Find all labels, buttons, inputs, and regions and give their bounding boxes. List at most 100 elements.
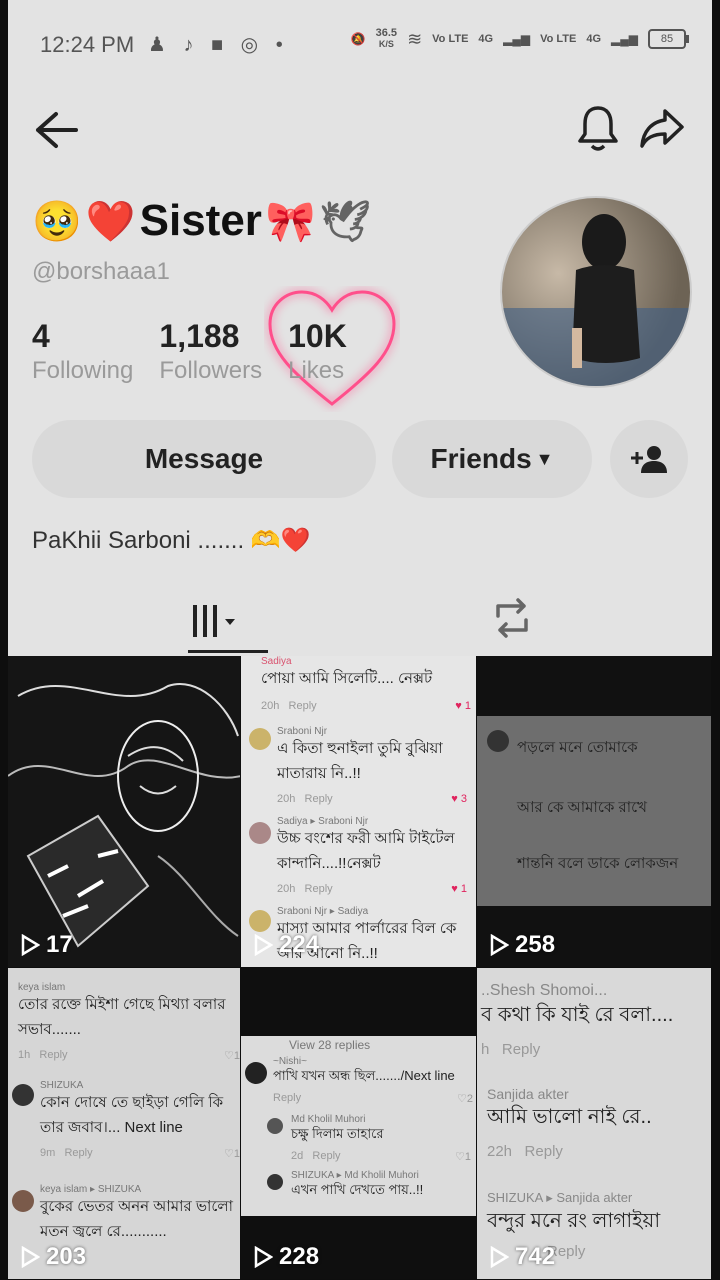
profile-screen: 12:24 PM ♟ ♪ ■ ◎ • 🔕 36.5 K/S ≋ Vo LTE 4… <box>8 0 712 1280</box>
comment-author: Md Kholil Muhori <box>291 1114 366 1125</box>
comment-reply: Reply <box>304 883 333 895</box>
video-tile[interactable]: Sadiya পোয়া আমি সিলেটি.... নেক্সট 20h R… <box>241 656 477 968</box>
comment: SHIZUKA কোন দোষে তে ছাইড়া গেলি কি তার জ… <box>40 1080 240 1160</box>
comment-text: আমি ভালো নাই রে.. <box>487 1106 652 1128</box>
heart-hands-icon: 🫶❤️ <box>250 527 311 554</box>
comment-author: keya islam <box>18 982 66 993</box>
view-count: 203 <box>20 1243 86 1271</box>
back-arrow-icon[interactable] <box>30 104 82 156</box>
comment-time: 1h <box>18 1049 31 1061</box>
profile-stats: 4 Following 1,188 Followers 10K Likes <box>32 318 347 385</box>
add-friend-button[interactable] <box>610 420 688 498</box>
video-tile[interactable]: পড়লে মনে তোমাকে আর কে আমাকে রাখে শান্তন… <box>477 656 712 968</box>
comment-likes: 3 <box>460 793 467 805</box>
heart-icon: ♡2 <box>457 1093 473 1105</box>
comment-text: ব কথা কি যাই রে বলা.... <box>481 1004 674 1026</box>
friends-button[interactable]: Friends ▼ <box>392 420 592 498</box>
comment-time: 20h <box>277 883 296 895</box>
avatar[interactable] <box>500 196 692 388</box>
sim2-label: Vo LTE <box>540 33 577 45</box>
comment-likes: 1 <box>464 700 471 712</box>
view-count: 17 <box>20 931 73 959</box>
comment-author: Sanjida akter <box>487 1086 569 1102</box>
username: @borshaaa1 <box>32 258 170 285</box>
comment-meta: 1h Reply ♡1 <box>18 1049 240 1062</box>
comment-text: পোয়া আমি সিলেটি.... নেক্সট <box>261 670 433 687</box>
tab-videos[interactable] <box>158 590 268 652</box>
avatar-person-figure <box>572 214 640 368</box>
signal-icon-2: ▂▄▆ <box>611 32 638 46</box>
ribbon-icon: 🎀 <box>265 199 316 244</box>
comment-author: Sraboni Njr ▸ Sadiya <box>277 906 369 917</box>
comment-meta: 20h Reply ♥ 3 <box>277 793 467 805</box>
comment-reply: Reply <box>524 1143 563 1160</box>
comment: keya islam তোর রক্তে মিইশা গেছে মিথ্যা ব… <box>18 982 240 1062</box>
comment-text: চক্ষু দিলাম তাহারে <box>291 1126 384 1141</box>
view-count-value: 258 <box>515 931 556 958</box>
profile-name: 🥹 ❤️ Sister 🎀 🕊 <box>32 196 371 246</box>
comment: ~Nishi~ পাখি যখন অন্ধ ছিল......./Next li… <box>273 1056 473 1105</box>
share-icon[interactable] <box>636 102 688 154</box>
comment: SHIZUKA ▸ Md Kholil Muhori এখন পাখি দেখত… <box>291 1170 471 1202</box>
comment-reply: Reply <box>288 700 317 712</box>
comment-author: ~Nishi~ <box>273 1056 307 1067</box>
comment-text: পাখি যখন অন্ধ ছিল......./Next line <box>273 1068 455 1083</box>
video-tile[interactable]: 17 <box>8 656 241 968</box>
comment-author: Sraboni Njr <box>277 726 328 737</box>
comment: ..Shesh Shomoi... ব কথা কি যাই রে বলা...… <box>481 982 709 1058</box>
comment-reply: Reply <box>501 1041 541 1058</box>
comment-text: উচ্চ বংশের ফরী আমি টাইটেল কান্দানি....!!… <box>277 830 455 872</box>
comment-author: SHIZUKA <box>40 1080 84 1091</box>
comment-meta: 20h Reply ♥ 1 <box>261 700 471 712</box>
comment: পড়লে মনে তোমাকে <box>517 739 638 756</box>
comment-time: 20h <box>277 793 296 805</box>
comment: Sadiya পোয়া আমি সিলেটি.... নেক্সট 20h R… <box>261 656 471 712</box>
tab-reposts[interactable] <box>488 596 536 645</box>
message-button[interactable]: Message <box>32 420 376 498</box>
comment: শান্তনি বলে ডাকে লোকজন <box>517 855 679 872</box>
bell-icon[interactable] <box>572 102 624 154</box>
net-speed-value: 36.5 <box>375 27 398 39</box>
play-icon <box>254 1246 273 1268</box>
sim2-4g: 4G <box>586 33 602 45</box>
play-icon <box>490 1246 509 1268</box>
notification-icons: ♟ ♪ ■ ◎ • <box>148 34 289 56</box>
heart-icon: ♡1 <box>455 1151 471 1163</box>
view-count-value: 742 <box>515 1243 556 1270</box>
play-icon <box>490 934 509 956</box>
heart-icon: ♡1 <box>224 1050 240 1062</box>
comment-time: h <box>481 1041 490 1058</box>
view-replies-label: View 28 replies <box>289 1038 371 1052</box>
mending-heart-icon: ❤️ <box>85 199 136 244</box>
heart-icon: ♥ 1 <box>455 700 471 712</box>
comment-text: কোন দোষে তে ছাইড়া গেলি কি তার জবাব।... … <box>40 1094 224 1136</box>
video-tile[interactable]: View 28 replies ~Nishi~ পাখি যখন অন্ধ ছি… <box>241 968 477 1280</box>
video-tile[interactable]: keya islam তোর রক্তে মিইশা গেছে মিথ্যা ব… <box>8 968 241 1280</box>
stat-following[interactable]: 4 Following <box>32 318 133 385</box>
battery-icon: 85 <box>648 29 689 49</box>
comment-avatar <box>267 1174 283 1190</box>
comment-likes: 2 <box>466 1093 473 1105</box>
comment-likes: 1 <box>464 1151 471 1163</box>
videos-grid-icon <box>193 605 235 637</box>
video-tile[interactable]: ..Shesh Shomoi... ব কথা কি যাই রে বলা...… <box>477 968 712 1280</box>
view-count: 258 <box>489 931 555 959</box>
stat-followers[interactable]: 1,188 Followers <box>159 318 262 385</box>
comment-time: 20h <box>261 700 280 712</box>
play-icon <box>21 934 40 956</box>
play-icon <box>21 1246 40 1268</box>
comment-likes: 1 <box>460 883 467 895</box>
comment: Sanjida akter আমি ভালো নাই রে.. 22h Repl… <box>487 1086 709 1160</box>
view-count: 742 <box>489 1243 555 1271</box>
comment-avatar <box>267 1118 283 1134</box>
top-bar <box>8 100 712 160</box>
comment-reply: Reply <box>304 793 333 805</box>
video-thumbnail-sketch <box>8 683 240 948</box>
stat-likes[interactable]: 10K Likes <box>288 318 347 385</box>
sim1-label: Vo LTE <box>432 33 469 45</box>
stat-followers-count: 1,188 <box>159 318 240 354</box>
comment-likes: 1 <box>233 1050 240 1062</box>
comment-author: Sadiya ▸ Sraboni Njr <box>277 816 369 827</box>
comment-avatar <box>245 1062 267 1084</box>
comment-reply: Reply <box>39 1049 68 1061</box>
